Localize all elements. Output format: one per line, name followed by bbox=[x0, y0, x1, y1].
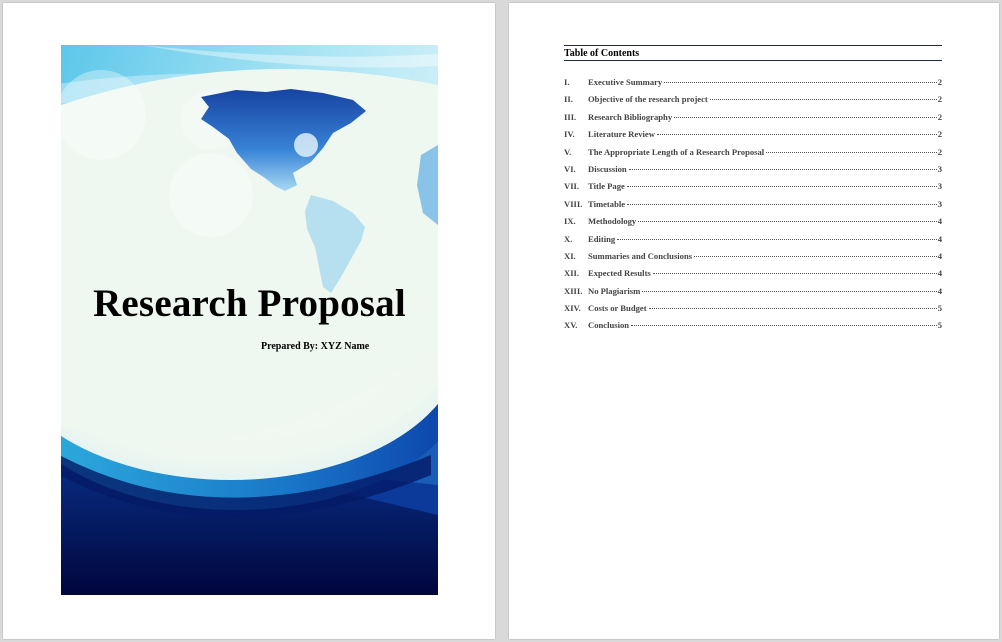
toc-page-number: 4 bbox=[937, 216, 942, 227]
toc-entry[interactable]: IV. Literature Review 2 bbox=[564, 129, 942, 146]
toc-leader bbox=[626, 186, 937, 188]
toc-number: XV. bbox=[564, 320, 578, 331]
toc-leader bbox=[766, 151, 937, 153]
toc-number: VII. bbox=[564, 181, 580, 192]
cover-page: Research Proposal Prepared By: XYZ Name bbox=[3, 3, 495, 639]
toc-leader bbox=[709, 99, 937, 101]
cover-artwork: Research Proposal Prepared By: XYZ Name bbox=[61, 45, 438, 595]
toc-page-number: 3 bbox=[937, 198, 942, 209]
toc-number: XI. bbox=[564, 250, 576, 261]
toc-page-number: 3 bbox=[937, 163, 942, 174]
toc-title: Editing bbox=[588, 233, 616, 244]
toc-leader bbox=[627, 203, 937, 205]
toc-page-number: 2 bbox=[937, 94, 942, 105]
toc-leader bbox=[642, 290, 937, 292]
toc-leader bbox=[617, 238, 937, 240]
toc-entry[interactable]: XI. Summaries and Conclusions 4 bbox=[564, 251, 942, 268]
toc-number: I. bbox=[564, 77, 570, 87]
toc-number: X. bbox=[564, 233, 573, 244]
toc-entry[interactable]: XV. Conclusion 5 bbox=[564, 320, 942, 337]
toc-page-number: 2 bbox=[937, 146, 942, 157]
toc-title: Discussion bbox=[588, 163, 627, 174]
toc-leader bbox=[674, 116, 937, 118]
toc-title: Timetable bbox=[588, 198, 626, 209]
toc-page-number: 2 bbox=[937, 111, 942, 122]
toc-page-number: 4 bbox=[937, 285, 942, 296]
toc-entry[interactable]: I. Executive Summary 2 bbox=[564, 77, 942, 94]
toc-page-number: 5 bbox=[937, 303, 942, 314]
toc-page-number: 4 bbox=[937, 268, 942, 279]
toc-entry[interactable]: VIII. Timetable 3 bbox=[564, 199, 942, 216]
toc-entry[interactable]: VI. Discussion 3 bbox=[564, 164, 942, 181]
toc-entry[interactable]: III. Research Bibliography 2 bbox=[564, 112, 942, 129]
toc-leader bbox=[638, 221, 937, 223]
prepared-by: Prepared By: XYZ Name bbox=[261, 341, 370, 352]
toc-title: Expected Results bbox=[588, 268, 651, 279]
toc-leader bbox=[664, 82, 937, 83]
toc-title: Title Page bbox=[588, 181, 625, 192]
toc-page-number: 4 bbox=[937, 250, 942, 261]
toc-title: Executive Summary bbox=[588, 77, 663, 87]
toc-entry[interactable]: X. Editing 4 bbox=[564, 234, 942, 251]
toc-title: Summaries and Conclusions bbox=[588, 250, 693, 261]
toc-page-number: 4 bbox=[937, 233, 942, 244]
toc-title: Research Bibliography bbox=[588, 111, 673, 122]
toc-title: Methodology bbox=[588, 216, 637, 227]
toc-number: V. bbox=[564, 146, 572, 157]
toc-leader bbox=[648, 308, 937, 310]
toc-title: Conclusion bbox=[588, 320, 630, 331]
toc-page-number: 5 bbox=[937, 320, 942, 331]
toc-title: No Plagiarism bbox=[588, 285, 641, 296]
toc-leader bbox=[652, 273, 937, 275]
toc-heading: Table of Contents bbox=[564, 45, 942, 61]
toc-title: Literature Review bbox=[588, 129, 655, 140]
toc-number: IV. bbox=[564, 129, 575, 140]
toc-entry[interactable]: IX. Methodology 4 bbox=[564, 216, 942, 233]
toc-title: Costs or Budget bbox=[588, 303, 647, 314]
toc-entry[interactable]: V. The Appropriate Length of a Research P… bbox=[564, 147, 942, 164]
toc-leader bbox=[656, 134, 937, 136]
toc-entry[interactable]: XII. Expected Results 4 bbox=[564, 268, 942, 285]
toc-leader bbox=[694, 255, 937, 257]
toc-entry[interactable]: XIII. No Plagiarism 4 bbox=[564, 286, 942, 303]
toc-page-number: 2 bbox=[937, 77, 942, 87]
toc-number: III. bbox=[564, 111, 577, 122]
toc-list: I. Executive Summary 2 II. Objective of the… bbox=[564, 77, 942, 338]
toc-leader bbox=[631, 325, 937, 327]
toc-entry[interactable]: VII. Title Page 3 bbox=[564, 181, 942, 198]
toc-page-number: 2 bbox=[937, 129, 942, 140]
toc-number: VIII. bbox=[564, 198, 583, 209]
cover-title: Research Proposal bbox=[93, 282, 406, 325]
toc-number: IX. bbox=[564, 216, 576, 227]
toc-page: Table of Contents I. Executive Summary 2 I… bbox=[509, 3, 999, 639]
toc-number: VI. bbox=[564, 163, 576, 174]
toc-number: II. bbox=[564, 94, 573, 105]
toc-number: XIV. bbox=[564, 303, 581, 314]
toc-entry[interactable]: XIV. Costs or Budget 5 bbox=[564, 303, 942, 320]
toc-page-number: 3 bbox=[937, 181, 942, 192]
toc-title: Objective of the research project bbox=[588, 94, 708, 105]
toc-number: XIII. bbox=[564, 285, 583, 296]
toc-leader bbox=[628, 168, 937, 170]
toc-entry[interactable]: II. Objective of the research project 2 bbox=[564, 94, 942, 111]
toc-number: XII. bbox=[564, 268, 580, 279]
toc-title: The Appropriate Length of a Research Pro… bbox=[588, 146, 765, 157]
